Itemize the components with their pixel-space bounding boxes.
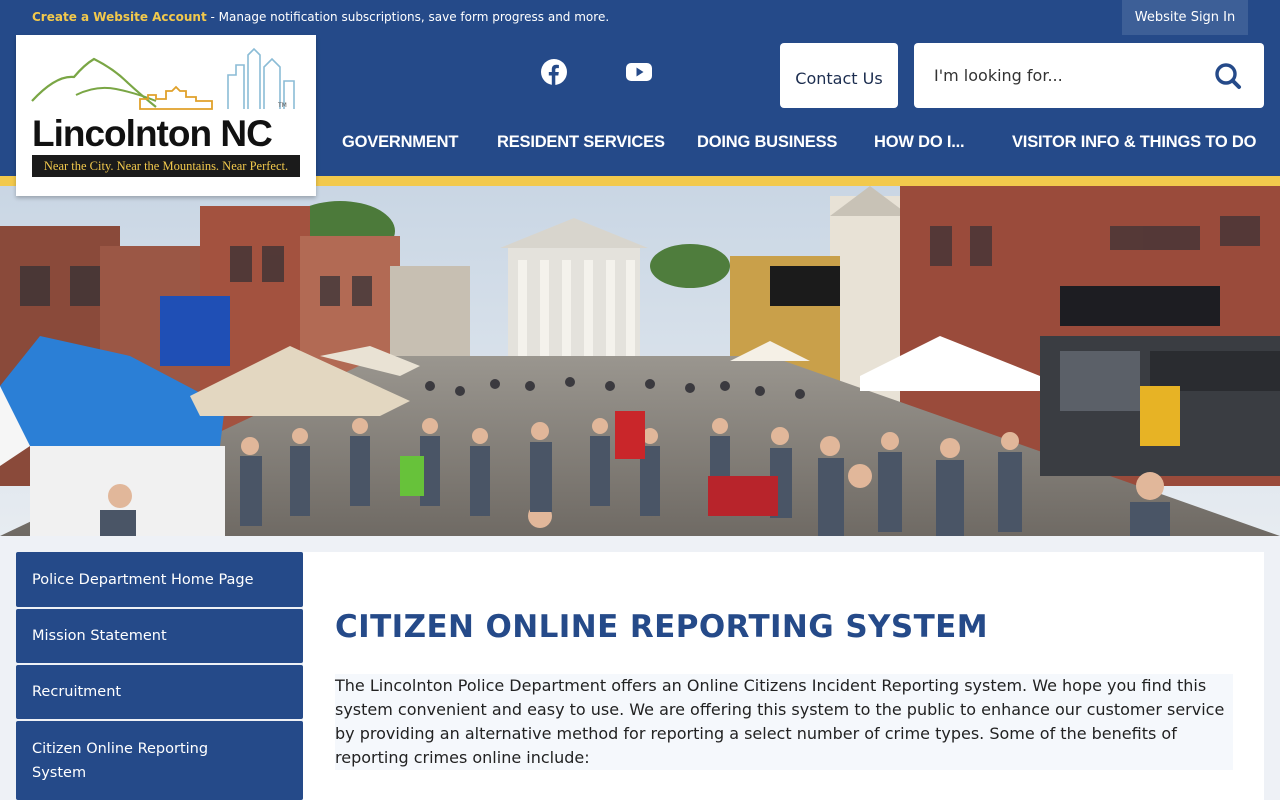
main-content: CITIZEN ONLINE REPORTING SYSTEM The Linc…	[303, 552, 1264, 800]
svg-text:TM: TM	[277, 102, 287, 109]
create-account-link[interactable]: Create a Website Account	[32, 10, 207, 24]
sidebar-item-citizen-reporting[interactable]: Citizen Online Reporting System	[16, 721, 303, 800]
main-nav: GOVERNMENT RESIDENT SERVICES DOING BUSIN…	[315, 133, 1265, 159]
nav-how-do-i[interactable]: HOW DO I...	[874, 133, 965, 152]
page-title: CITIZEN ONLINE REPORTING SYSTEM	[335, 609, 988, 645]
sidebar-item-label: Police Department Home Page	[32, 571, 254, 588]
logo-name: Lincolnton NC	[32, 113, 273, 154]
contact-us-button[interactable]: Contact Us	[780, 43, 898, 108]
nav-visitor-info[interactable]: VISITOR INFO & THINGS TO DO	[1012, 133, 1256, 152]
sidebar-item-recruitment[interactable]: Recruitment	[16, 665, 303, 719]
facebook-icon[interactable]	[541, 59, 567, 85]
logo-tagline: Near the City. Near the Mountains. Near …	[32, 155, 300, 177]
search-icon[interactable]	[1214, 62, 1242, 90]
sidebar-item-mission-statement[interactable]: Mission Statement	[16, 609, 303, 663]
youtube-icon[interactable]	[626, 59, 652, 85]
account-message-text: - Manage notification subscriptions, sav…	[206, 10, 610, 24]
sidebar-item-police-home[interactable]: Police Department Home Page	[16, 552, 303, 607]
nav-doing-business[interactable]: DOING BUSINESS	[697, 133, 837, 152]
nav-resident-services[interactable]: RESIDENT SERVICES	[497, 133, 665, 152]
search-box	[914, 43, 1264, 108]
logo-skyline-graphic: TM	[31, 47, 295, 110]
intro-paragraph: The Lincolnton Police Department offers …	[335, 674, 1233, 770]
top-bar: Create a Website Account - Manage notifi…	[0, 0, 1280, 35]
hero-image	[0, 186, 1280, 536]
sidebar-item-label: Citizen Online Reporting System	[32, 740, 209, 781]
website-sign-in-button[interactable]: Website Sign In	[1122, 0, 1248, 35]
sidebar-item-label: Recruitment	[32, 684, 122, 700]
nav-government[interactable]: GOVERNMENT	[342, 133, 458, 152]
account-message: Create a Website Account - Manage notifi…	[32, 10, 609, 24]
sidebar-item-label: Mission Statement	[32, 628, 167, 644]
site-logo[interactable]: TM Lincolnton NC Near the City. Near the…	[16, 35, 316, 196]
search-input[interactable]	[934, 59, 1204, 91]
